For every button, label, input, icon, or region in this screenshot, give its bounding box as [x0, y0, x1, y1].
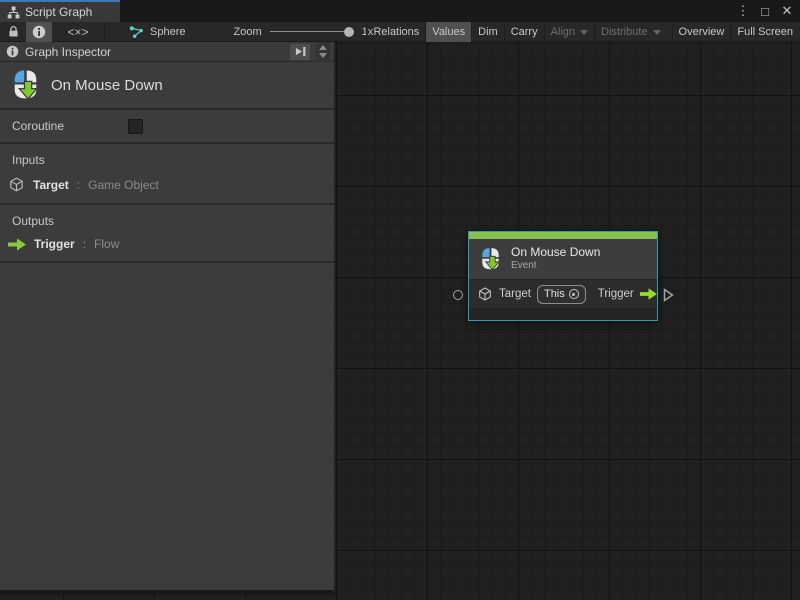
graph-inspector-header: Graph Inspector [0, 42, 334, 62]
mouse-down-icon [9, 69, 42, 102]
inspector-toggle-button[interactable] [26, 22, 52, 42]
edit-source-button[interactable]: <×> [52, 22, 104, 42]
node-input-label: Target [499, 288, 531, 300]
toolbar-right-buttons: Relations Values Dim Carry Align Distrib… [366, 22, 799, 42]
tab-bar: Script Graph ⋮ □ ✕ [0, 0, 800, 22]
graph-inspector-panel: Graph Inspector On Mo [0, 42, 335, 595]
graph-asset-reference[interactable]: Sphere [129, 25, 185, 39]
window-controls: ⋮ □ ✕ [734, 0, 796, 22]
distribute-dropdown-button[interactable]: Distribute [595, 22, 666, 42]
port-name: Target [33, 178, 69, 192]
zoom-label: Zoom [233, 26, 261, 38]
zoom-slider-thumb[interactable] [344, 27, 354, 37]
relations-button[interactable]: Relations [367, 22, 425, 42]
dim-button[interactable]: Dim [472, 22, 504, 42]
node-body: Target This Trigger [469, 279, 657, 308]
input-port-row: Target : Game Object [0, 176, 334, 193]
values-button[interactable]: Values [426, 22, 471, 42]
node-header[interactable]: On Mouse Down Event [469, 239, 657, 279]
node-titles: On Mouse Down Event [511, 245, 600, 273]
trigger-arrow-icon [640, 288, 657, 300]
game-object-icon [8, 176, 25, 193]
node-subtitle: Event [511, 260, 600, 273]
lock-icon [7, 25, 20, 38]
inputs-section: Inputs Target : Game Object [0, 144, 334, 205]
scroll-down-icon[interactable] [319, 53, 327, 58]
node-accent-bar [469, 232, 657, 239]
overview-button[interactable]: Overview [673, 22, 731, 42]
panel-scroll-spinner [316, 42, 330, 62]
trigger-arrow-icon [8, 238, 26, 251]
chevron-down-icon [580, 30, 588, 35]
node-footer [469, 308, 657, 320]
target-this-field[interactable]: This [537, 285, 586, 304]
maximize-icon[interactable]: □ [756, 2, 774, 20]
unit-title: On Mouse Down [51, 77, 163, 94]
zoom-slider-track [270, 31, 354, 32]
mouse-down-icon [478, 247, 503, 272]
port-type: Game Object [88, 178, 159, 192]
outputs-section: Outputs Trigger : Flow [0, 205, 334, 263]
align-dropdown-button[interactable]: Align [545, 22, 594, 42]
zoom-control: Zoom 1x [233, 26, 373, 38]
outputs-header: Outputs [0, 214, 334, 228]
graph-name-label: Sphere [150, 26, 185, 38]
node-output-label: Trigger [598, 288, 634, 300]
unity-visual-scripting-window: Script Graph ⋮ □ ✕ [0, 0, 800, 600]
script-graph-icon [7, 6, 20, 19]
info-icon [32, 25, 46, 39]
coroutine-row: Coroutine [0, 110, 334, 144]
menu-icon[interactable]: ⋮ [734, 2, 752, 20]
carry-button[interactable]: Carry [505, 22, 544, 42]
selected-unit-header: On Mouse Down [0, 62, 334, 110]
coroutine-label: Coroutine [12, 119, 128, 133]
port-separator: : [77, 178, 80, 192]
script-graph-asset-icon [129, 25, 144, 39]
inputs-header: Inputs [0, 153, 334, 167]
dock-panel-button[interactable] [290, 44, 310, 60]
port-separator: : [83, 237, 86, 251]
port-name: Trigger [34, 237, 75, 251]
close-icon[interactable]: ✕ [778, 2, 796, 20]
inspector-title: Graph Inspector [25, 45, 284, 59]
chevron-down-icon [653, 30, 661, 35]
game-object-icon [477, 286, 493, 302]
info-icon [6, 45, 19, 58]
zoom-slider[interactable] [270, 27, 354, 37]
node-output-port[interactable] [663, 288, 674, 302]
tab-script-graph[interactable]: Script Graph [0, 0, 120, 22]
toolbar-separator [104, 22, 105, 42]
code-icon: <×> [67, 25, 88, 39]
full-screen-button[interactable]: Full Screen [731, 22, 799, 42]
coroutine-checkbox[interactable] [128, 119, 143, 134]
lock-button[interactable] [0, 22, 26, 42]
tab-label: Script Graph [25, 5, 92, 19]
graph-toolbar: <×> Sphere Zoom [0, 22, 800, 42]
output-port-row: Trigger : Flow [0, 237, 334, 251]
object-picker-icon[interactable] [569, 289, 579, 299]
node-on-mouse-down[interactable]: On Mouse Down Event Target This Trigg [468, 231, 658, 321]
node-input-port[interactable] [453, 290, 463, 300]
port-type: Flow [94, 237, 119, 251]
node-title: On Mouse Down [511, 245, 600, 260]
scroll-up-icon[interactable] [319, 45, 327, 50]
this-value: This [544, 288, 565, 300]
